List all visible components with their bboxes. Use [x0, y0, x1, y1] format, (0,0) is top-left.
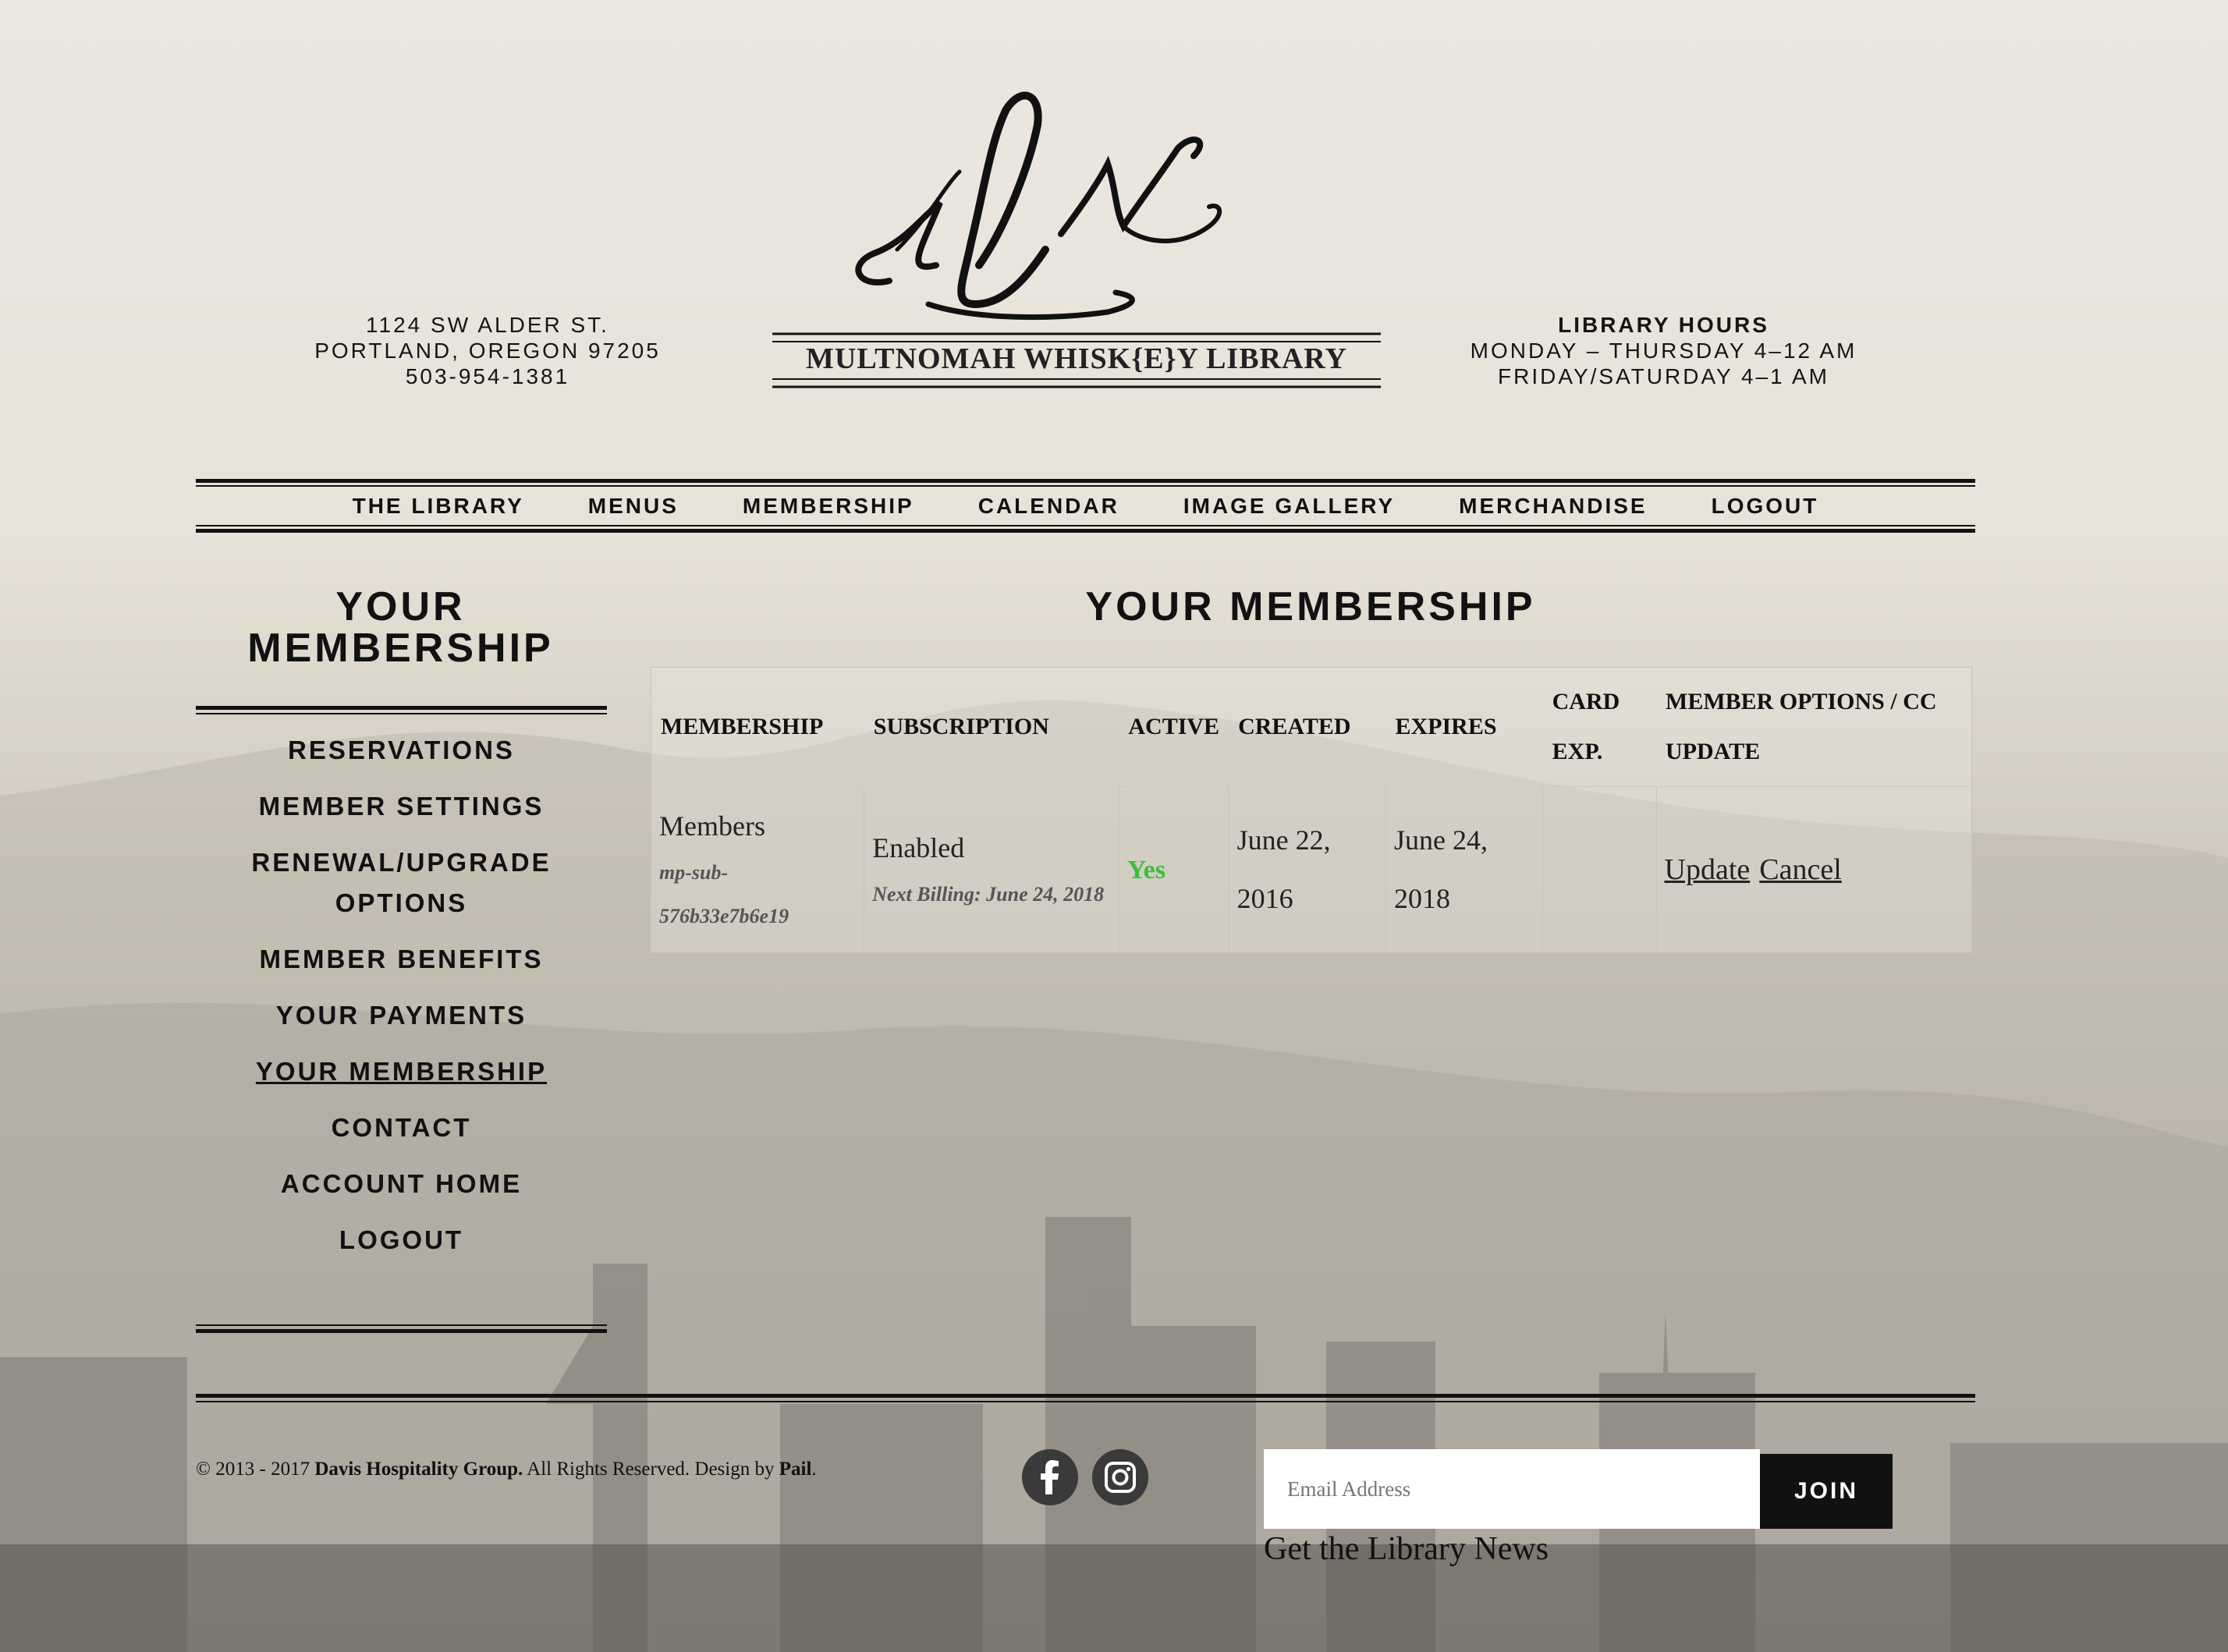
sidebar-item-member-settings[interactable]: MEMBER SETTINGS	[196, 786, 607, 827]
join-button[interactable]: JOIN	[1760, 1454, 1893, 1529]
hours-weekend: FRIDAY/SATURDAY 4–1 AM	[1498, 364, 1829, 388]
address-street: 1124 SW ALDER ST.	[366, 313, 609, 337]
col-card-exp: CARD EXP.	[1542, 667, 1657, 787]
address-phone: 503-954-1381	[405, 364, 570, 388]
copyright-rights: All Rights Reserved. Design by	[523, 1459, 779, 1480]
col-expires: EXPIRES	[1385, 667, 1543, 787]
sidebar-item-account-home[interactable]: ACCOUNT HOME	[196, 1164, 607, 1204]
sidebar-divider-top	[196, 706, 607, 714]
facebook-icon[interactable]	[1022, 1449, 1078, 1505]
subscription-status: Enabled	[872, 832, 965, 863]
sidebar-item-reservations[interactable]: RESERVATIONS	[196, 730, 607, 771]
cell-subscription: Enabled Next Billing: June 24, 2018	[864, 786, 1119, 953]
next-billing: Next Billing: June 24, 2018	[872, 883, 1105, 906]
col-membership: MEMBERSHIP	[651, 667, 864, 787]
copyright-period: .	[811, 1459, 817, 1480]
cell-active: Yes	[1118, 786, 1229, 953]
sidebar-item-logout[interactable]: LOGOUT	[196, 1220, 607, 1260]
nav-the-library[interactable]: THE LIBRARY	[321, 494, 556, 519]
nav-merchandise[interactable]: MERCHANDISE	[1427, 494, 1679, 519]
page: 1124 SW ALDER ST. PORTLAND, OREGON 97205…	[0, 0, 2228, 1652]
company-name: Davis Hospitality Group.	[314, 1459, 523, 1480]
newsletter-label: Get the Library News	[1264, 1531, 1549, 1567]
logo-wordmark: MULTNOMAH WHISK{E}Y LIBRARY	[806, 342, 1347, 375]
cell-created: June 22, 2016	[1228, 786, 1386, 953]
cell-member-options: Update Cancel	[1655, 786, 1973, 953]
logo[interactable]: MULTNOMAH WHISK{E}Y LIBRARY	[772, 70, 1381, 406]
sidebar-item-contact[interactable]: CONTACT	[196, 1108, 607, 1148]
sidebar-item-your-membership[interactable]: YOUR MEMBERSHIP	[196, 1051, 607, 1092]
sidebar-item-member-benefits[interactable]: MEMBER BENEFITS	[196, 939, 607, 980]
hours-block: LIBRARY HOURS MONDAY – THURSDAY 4–12 AM …	[1435, 312, 1892, 389]
col-member-options: MEMBER OPTIONS / CC UPDATE	[1656, 667, 1972, 787]
table-header-row: MEMBERSHIP SUBSCRIPTION ACTIVE CREATED E…	[651, 667, 1972, 787]
nav-divider-top	[196, 479, 1975, 487]
cell-membership: Members mp-sub-576b33e7b6e19	[650, 786, 865, 953]
membership-name: Members	[659, 810, 765, 842]
nav-image-gallery[interactable]: IMAGE GALLERY	[1151, 494, 1427, 519]
sidebar-title-line2: MEMBERSHIP	[247, 626, 554, 671]
nav-logout[interactable]: LOGOUT	[1680, 494, 1851, 519]
designer-name: Pail	[779, 1459, 812, 1480]
col-subscription: SUBSCRIPTION	[864, 667, 1119, 787]
instagram-icon[interactable]	[1092, 1449, 1148, 1505]
sidebar-nav: RESERVATIONS MEMBER SETTINGS RENEWAL/UPG…	[196, 730, 607, 1276]
update-link[interactable]: Update	[1665, 853, 1751, 886]
nav-menus[interactable]: MENUS	[556, 494, 711, 519]
sidebar-item-renewal-upgrade[interactable]: RENEWAL/UPGRADE OPTIONS	[196, 842, 607, 923]
table-row: Members mp-sub-576b33e7b6e19 Enabled Nex…	[650, 786, 1973, 953]
sidebar-title: YOUR MEMBERSHIP	[196, 587, 605, 669]
cell-card-exp	[1542, 786, 1657, 953]
nav-membership[interactable]: MEMBERSHIP	[711, 494, 946, 519]
active-status: Yes	[1126, 856, 1165, 884]
hours-weekday: MONDAY – THURSDAY 4–12 AM	[1470, 339, 1857, 363]
address-block: 1124 SW ALDER ST. PORTLAND, OREGON 97205…	[257, 312, 718, 389]
copyright: © 2013 - 2017 Davis Hospitality Group. A…	[196, 1459, 817, 1480]
sidebar-title-line1: YOUR	[335, 584, 466, 629]
copyright-prefix: © 2013 - 2017	[196, 1459, 315, 1480]
cancel-link[interactable]: Cancel	[1759, 853, 1842, 886]
nav-divider-bottom	[196, 525, 1975, 533]
footer-divider	[196, 1394, 1975, 1402]
col-active: ACTIVE	[1119, 667, 1229, 787]
sidebar-item-your-payments[interactable]: YOUR PAYMENTS	[196, 995, 607, 1036]
membership-id: mp-sub-576b33e7b6e19	[659, 861, 789, 927]
col-created: CREATED	[1229, 667, 1386, 787]
sidebar-divider-bottom	[196, 1324, 607, 1333]
page-title: YOUR MEMBERSHIP	[1085, 584, 1536, 629]
membership-table: MEMBERSHIP SUBSCRIPTION ACTIVE CREATED E…	[650, 667, 1973, 953]
hours-title: LIBRARY HOURS	[1558, 313, 1769, 337]
cell-expires: June 24, 2018	[1385, 786, 1544, 953]
nav-calendar[interactable]: CALENDAR	[946, 494, 1151, 519]
main-nav: THE LIBRARY MENUS MEMBERSHIP CALENDAR IM…	[196, 487, 1975, 525]
address-city: PORTLAND, OREGON 97205	[314, 339, 661, 363]
email-input[interactable]	[1264, 1449, 1760, 1529]
